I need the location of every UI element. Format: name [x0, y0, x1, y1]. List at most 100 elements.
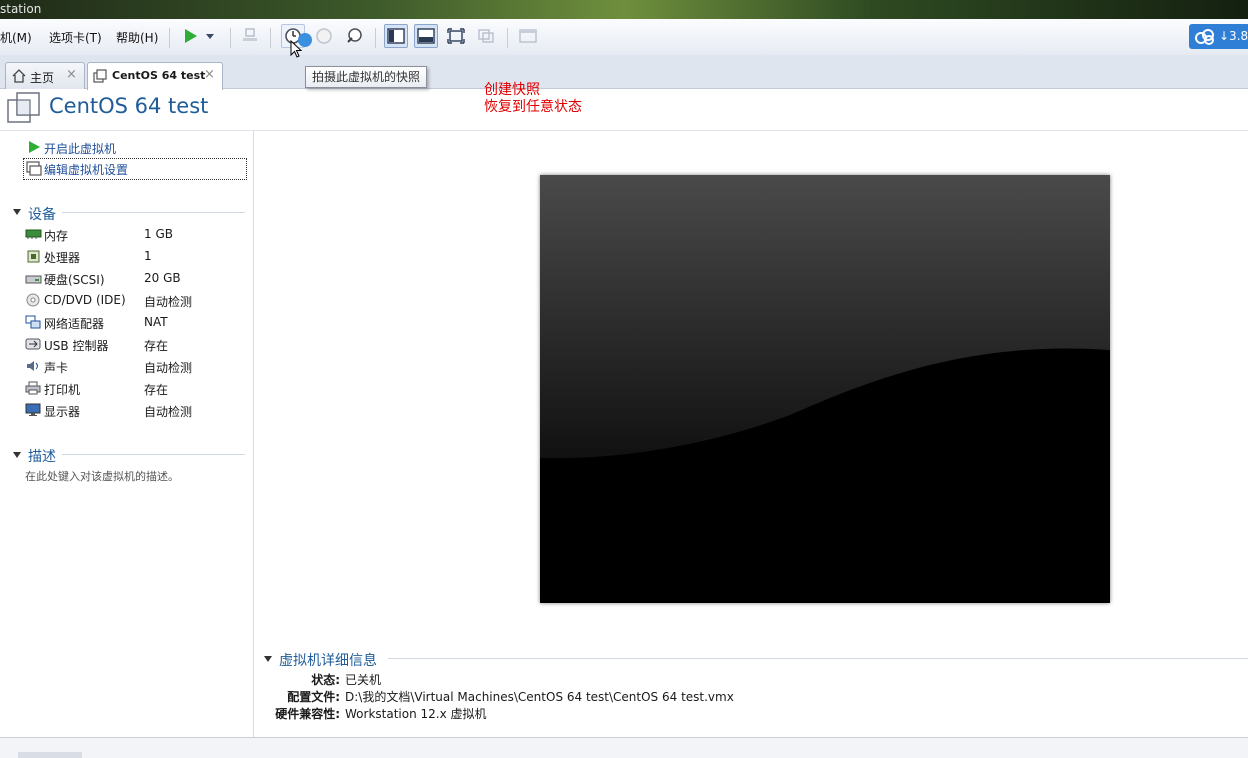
collapse-devices-icon[interactable] — [12, 208, 22, 216]
printer-icon — [25, 381, 41, 395]
detail-label-config: 配置文件: — [287, 690, 340, 704]
network-disabled-icon — [243, 28, 257, 41]
device-row[interactable]: 显示器 自动检测 — [24, 402, 246, 420]
send-ctrl-alt-del-button[interactable] — [238, 24, 262, 48]
device-name: 内存 — [44, 229, 69, 243]
vm-preview[interactable] — [540, 175, 1110, 603]
vm-title: CentOS 64 test — [49, 94, 209, 118]
harddisk-icon — [25, 275, 42, 284]
window-titlebar: station — [0, 0, 1248, 19]
collapse-description-icon[interactable] — [12, 451, 22, 459]
device-row[interactable]: 网络适配器 NAT — [24, 314, 246, 332]
thumbnail-view-icon — [417, 28, 435, 44]
toolbar-separator — [169, 28, 170, 48]
device-value: 存在 — [144, 383, 169, 397]
device-row[interactable]: 处理器 1 — [24, 248, 246, 266]
menu-help[interactable]: 帮助(H) — [116, 29, 158, 46]
sound-icon — [27, 361, 38, 371]
device-name: 网络适配器 — [44, 317, 105, 331]
toolbar-separator — [375, 28, 376, 48]
device-row[interactable]: 声卡 自动检测 — [24, 358, 246, 376]
detail-label-compat: 硬件兼容性: — [275, 707, 340, 721]
unity-button[interactable] — [474, 24, 498, 48]
description-heading: 描述 — [28, 449, 56, 465]
vm-large-icon — [7, 92, 40, 123]
mouse-cursor-icon — [290, 40, 303, 58]
power-on-link[interactable]: 开启此虚拟机 — [44, 140, 116, 157]
detail-value-config: D:\我的文档\Virtual Machines\CentOS 64 test\… — [345, 690, 734, 704]
device-name: USB 控制器 — [44, 339, 109, 353]
play-icon — [29, 141, 40, 153]
device-name: 显示器 — [44, 405, 81, 419]
device-value: 自动检测 — [144, 405, 193, 419]
library-view-icon — [387, 28, 405, 44]
description-placeholder[interactable]: 在此处键入对该虚拟机的描述。 — [25, 468, 179, 484]
revert-clock-icon — [316, 28, 332, 44]
tab-centos[interactable]: CentOS 64 test × — [87, 62, 223, 90]
device-row[interactable]: 硬盘(SCSI) 20 GB — [24, 270, 246, 288]
device-value: 存在 — [144, 339, 169, 353]
cd-icon — [26, 293, 40, 307]
detail-value-compat: Workstation 12.x 虚拟机 — [345, 707, 487, 721]
home-icon — [12, 69, 26, 83]
vm-preview-graphic — [540, 175, 1110, 459]
show-thumbnail-button[interactable] — [414, 24, 438, 48]
tab-centos-close-icon[interactable]: × — [204, 67, 215, 82]
cloud-download-button[interactable]: ↓3.8 — [1189, 24, 1248, 49]
vm-icon — [93, 69, 107, 83]
section-divider — [62, 212, 245, 213]
tab-home[interactable]: 主页 × — [5, 62, 85, 89]
window-title: station — [0, 2, 42, 16]
device-value: NAT — [144, 315, 168, 329]
collapse-details-icon[interactable] — [263, 655, 273, 663]
device-row[interactable]: USB 控制器 存在 — [24, 336, 246, 354]
power-on-button[interactable] — [178, 24, 202, 48]
toolbar-separator — [270, 28, 271, 48]
detail-value-state: 已关机 — [345, 673, 382, 687]
device-name: 处理器 — [44, 251, 81, 265]
toolbar-separator — [230, 28, 231, 48]
cloud-download-label: ↓3.8 — [1219, 29, 1248, 43]
device-name: 硬盘(SCSI) — [44, 273, 105, 287]
console-view-button[interactable] — [516, 24, 540, 48]
device-value: 20 GB — [144, 271, 181, 285]
edit-settings-link[interactable]: 编辑虚拟机设置 — [23, 158, 247, 180]
tab-home-label: 主页 — [30, 71, 55, 85]
status-bar-grip — [18, 752, 82, 758]
annotation-line2: 恢复到任意状态 — [484, 99, 582, 115]
toolbar-separator — [507, 28, 508, 48]
device-row[interactable]: 打印机 存在 — [24, 380, 246, 398]
power-menu-dropdown[interactable] — [202, 24, 218, 48]
device-name: CD/DVD (IDE) — [44, 293, 126, 307]
tab-home-close-icon[interactable]: × — [66, 67, 77, 82]
section-divider — [62, 454, 245, 455]
device-row[interactable]: 内存 1 GB — [24, 226, 246, 244]
show-library-button[interactable] — [384, 24, 408, 48]
detail-label-state: 状态: — [311, 673, 340, 687]
device-value: 自动检测 — [144, 361, 193, 375]
network-icon — [25, 315, 41, 329]
snapshot-tooltip: 拍摄此虚拟机的快照 — [305, 66, 428, 88]
display-icon — [25, 403, 41, 416]
device-value: 1 GB — [144, 227, 173, 241]
device-row[interactable]: CD/DVD (IDE) 自动检测 — [24, 292, 246, 310]
snapshot-manager-button[interactable] — [342, 24, 366, 48]
usb-icon — [25, 338, 41, 350]
play-icon — [185, 29, 197, 43]
device-value: 自动检测 — [144, 295, 193, 309]
device-name: 打印机 — [44, 383, 81, 397]
fullscreen-icon — [447, 28, 465, 44]
fullscreen-button[interactable] — [444, 24, 468, 48]
menu-tabs[interactable]: 选项卡(T) — [49, 29, 102, 46]
unity-icon — [478, 29, 494, 43]
revert-snapshot-button[interactable] — [312, 24, 336, 48]
status-bar — [0, 737, 1248, 758]
menu-vm[interactable]: 机(M) — [0, 29, 32, 46]
cloud-icon — [1195, 29, 1214, 45]
snapshot-manager-icon — [347, 28, 362, 43]
edit-settings-label: 编辑虚拟机设置 — [44, 163, 129, 177]
settings-icon — [26, 161, 42, 176]
section-divider — [388, 658, 1248, 659]
devices-heading: 设备 — [28, 207, 56, 223]
details-heading: 虚拟机详细信息 — [279, 653, 377, 669]
